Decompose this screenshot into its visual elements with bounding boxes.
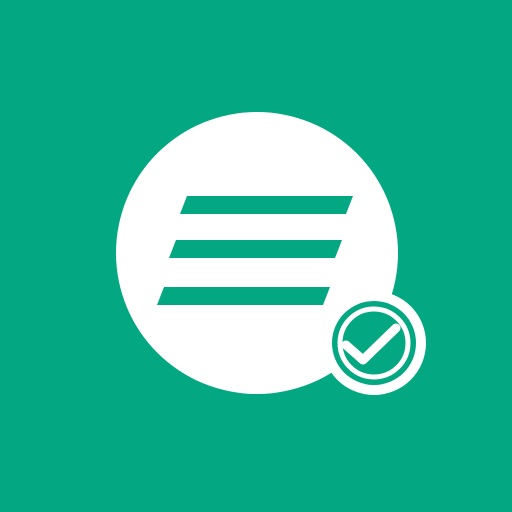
app-icon — [0, 0, 512, 512]
checkmark-badge — [322, 291, 426, 395]
list-line-2 — [169, 240, 342, 258]
list-line-1 — [180, 196, 353, 214]
list-line-3 — [157, 287, 330, 305]
